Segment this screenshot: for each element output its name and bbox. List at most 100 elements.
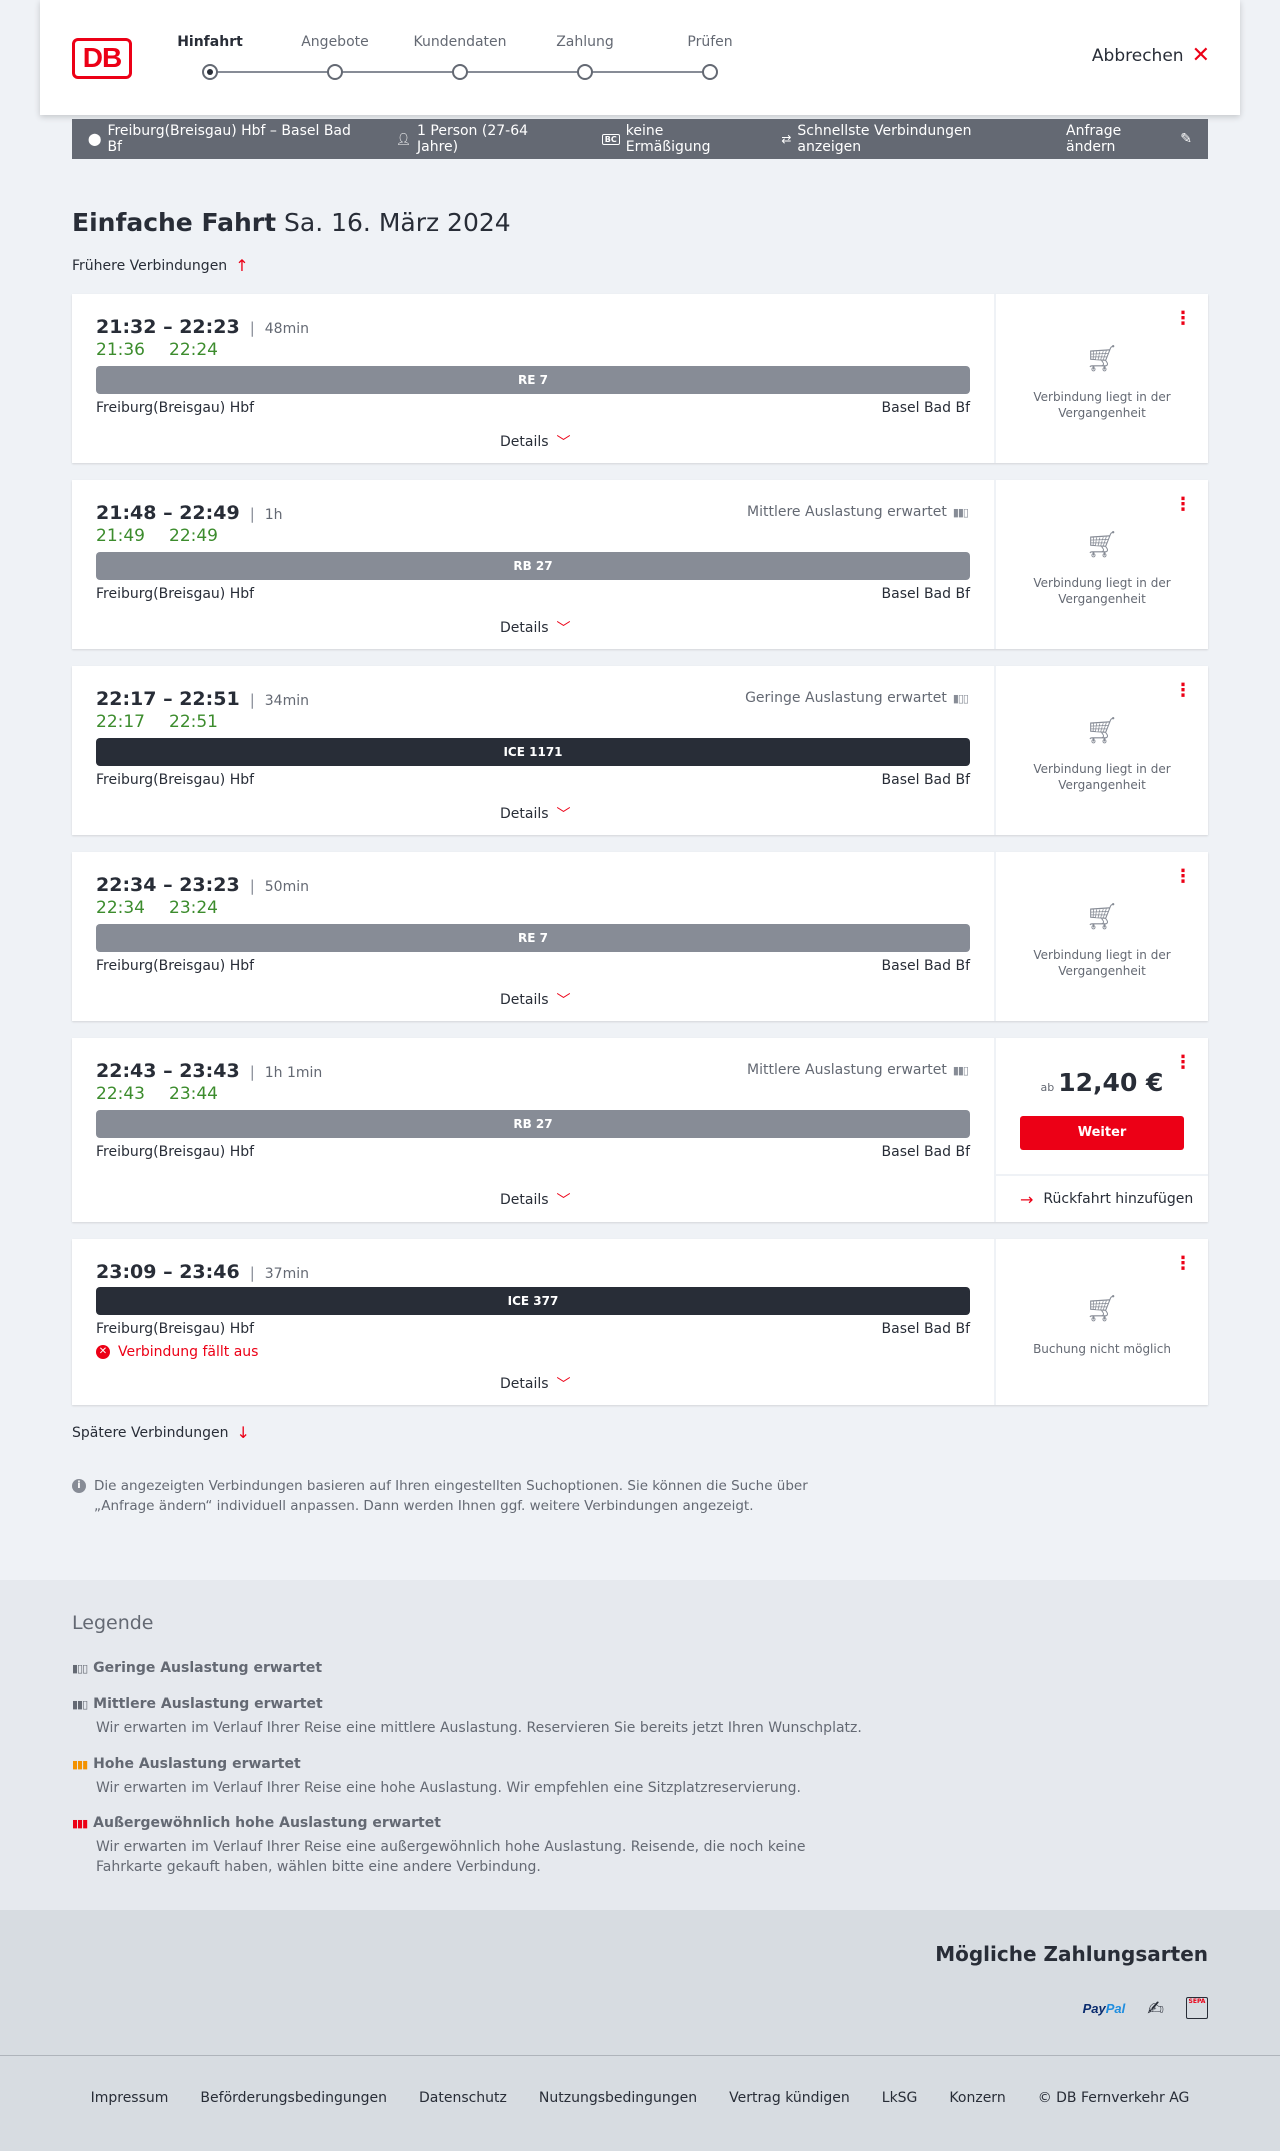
pencil-icon: ✎ xyxy=(1180,131,1192,147)
details-toggle[interactable]: Details ﹀ xyxy=(500,990,700,1010)
train-bar[interactable]: ICE 1171 xyxy=(96,738,970,766)
more-options-icon[interactable]: ⋮ xyxy=(1174,310,1192,328)
footer-link-lksg[interactable]: LkSG xyxy=(882,2090,918,2151)
realtime: 22:17 22:51 xyxy=(96,712,242,732)
train-bar[interactable]: RE 7 xyxy=(96,924,970,952)
legend-label: Mittlere Auslastung erwartet xyxy=(93,1696,323,1712)
offer-panel: ⋮ ab 12,40 € Weiter → Rückfahrt hinzufügen xyxy=(994,1038,1208,1222)
connection-card[interactable]: 22:17 – 22:51 | 34min Geringe Auslastung e… xyxy=(72,666,1208,835)
cancel-button[interactable]: Abbrechen ✕ xyxy=(1091,45,1210,67)
legend-description: Wir erwarten im Verlauf Ihrer Reise eine… xyxy=(96,1839,806,1875)
price: ab 12,40 € xyxy=(996,1068,1208,1097)
edit-query-button[interactable]: Anfrage ändern ✎ xyxy=(1066,123,1192,155)
more-options-icon[interactable]: ⋮ xyxy=(1174,868,1192,886)
footer-link-nutzungsbedingungen[interactable]: Nutzungsbedingungen xyxy=(539,2090,697,2151)
step-zahlung: Zahlung xyxy=(556,34,614,50)
connection-card[interactable]: 22:34 – 23:23 | 50min 22:34 23:24 RE 7 Frei… xyxy=(72,852,1208,1021)
details-toggle[interactable]: Details ﹀ xyxy=(500,432,700,452)
more-options-icon[interactable]: ⋮ xyxy=(1174,1255,1192,1273)
occupancy-text: Mittlere Auslastung erwartet xyxy=(747,504,947,520)
legend: Legende ▮▯▯ Geringe Auslastung erwartet ▮… xyxy=(0,1580,1280,1910)
footer-link-vertrag-kuendigen[interactable]: Vertrag kündigen xyxy=(729,2090,850,2151)
connection-card[interactable]: 22:43 – 23:43 | 1h 1min Mittlere Auslastun… xyxy=(72,1038,1208,1222)
duration: 37min xyxy=(264,1266,309,1282)
details-toggle[interactable]: Details ﹀ xyxy=(500,804,700,824)
realtime-departure: 22:43 xyxy=(96,1084,145,1104)
duration: 1h xyxy=(264,507,283,523)
legend-item: ▮▮▯ Mittlere Auslastung erwartet Wir erwa… xyxy=(72,1696,872,1738)
occupancy-text: Mittlere Auslastung erwartet xyxy=(747,1062,947,1078)
realtime-departure: 22:34 xyxy=(96,898,145,918)
status-message: Verbindung liegt in der Vergangenheit xyxy=(1033,390,1171,420)
occupancy-text: Geringe Auslastung erwartet xyxy=(745,690,947,706)
realtime-arrival: 22:51 xyxy=(169,712,218,732)
legend-title: Legende xyxy=(72,1612,154,1634)
footer-link-datenschutz[interactable]: Datenschutz xyxy=(419,2090,507,2151)
legend-label: Geringe Auslastung erwartet xyxy=(93,1660,323,1676)
connection-times: 21:48 – 22:49 | 1h xyxy=(96,502,283,524)
offer-panel: ⋮ 🛒︎ Buchung nicht möglich xyxy=(994,1239,1208,1405)
earlier-label: Frühere Verbindungen xyxy=(72,257,228,274)
time-range: 22:43 – 23:43 xyxy=(96,1060,240,1082)
realtime-arrival: 23:24 xyxy=(169,898,218,918)
later-connections-link[interactable]: Spätere Verbindungen ↓ xyxy=(72,1423,250,1442)
train-bar[interactable]: RB 27 xyxy=(96,552,970,580)
status-message: Buchung nicht möglich xyxy=(1033,1342,1171,1356)
details-toggle[interactable]: Details ﹀ xyxy=(500,1374,700,1394)
paypal-logo: PayPal xyxy=(1083,2001,1126,2016)
occupancy-exceptional-icon: ▮▮▮ xyxy=(72,1816,88,1830)
time-range: 21:32 – 22:23 xyxy=(96,316,240,338)
time-range: 22:34 – 23:23 xyxy=(96,874,240,896)
continue-button[interactable]: Weiter xyxy=(1020,1116,1184,1150)
connection-times: 21:32 – 22:23 | 48min xyxy=(96,316,309,338)
train-bar[interactable]: RB 27 xyxy=(96,1110,970,1138)
cancellation-text: Verbindung fällt aus xyxy=(118,1344,259,1360)
departure-station: Freiburg(Breisgau) Hbf xyxy=(96,400,255,416)
fastest-toggle[interactable]: ⇄ Schnellste Verbindungen anzeigen xyxy=(781,123,1034,155)
connection-card[interactable]: 23:09 – 23:46 | 37min ICE 377 Freiburg(Bre… xyxy=(72,1239,1208,1405)
train-bar[interactable]: RE 7 xyxy=(96,366,970,394)
arrow-up-icon: ↑ xyxy=(235,256,249,275)
page-title: Einfache Fahrt Sa. 16. März 2024 xyxy=(72,208,511,237)
connection-card[interactable]: 21:32 – 22:23 | 48min 21:36 22:24 RE 7 Frei… xyxy=(72,294,1208,463)
occupancy-info: Geringe Auslastung erwartet ▮▯▯ xyxy=(745,690,969,706)
step-dot-hinfahrt xyxy=(202,64,218,80)
connection-times: 22:34 – 23:23 | 50min xyxy=(96,874,309,896)
footer-link-befoerderungsbedingungen[interactable]: Beförderungsbedingungen xyxy=(200,2090,387,2151)
travellers-info: 👤︎ 1 Person (27-64 Jahre) xyxy=(396,123,570,155)
arrival-station: Basel Bad Bf xyxy=(881,1144,970,1160)
footer-link-konzern[interactable]: Konzern xyxy=(949,2090,1005,2151)
cancel-label: Abbrechen xyxy=(1091,46,1184,66)
more-options-icon[interactable]: ⋮ xyxy=(1174,496,1192,514)
footer-link-impressum[interactable]: Impressum xyxy=(91,2090,169,2151)
realtime-departure: 21:36 xyxy=(96,340,145,360)
earlier-connections-link[interactable]: Frühere Verbindungen ↑ xyxy=(72,256,249,275)
legend-item: ▮▮▮ Außergewöhnlich hohe Auslastung erwar… xyxy=(72,1815,872,1877)
route-info: ⬤ Freiburg(Breisgau) Hbf – Basel Bad Bf xyxy=(88,123,364,155)
occupancy-medium-icon: ▮▮▯ xyxy=(72,1697,88,1711)
query-bar: ⬤ Freiburg(Breisgau) Hbf – Basel Bad Bf 👤… xyxy=(72,119,1208,159)
realtime: 21:49 22:49 xyxy=(96,526,242,546)
info-icon: i xyxy=(72,1479,86,1493)
realtime: 22:34 23:24 xyxy=(96,898,242,918)
details-label: Details xyxy=(500,1192,549,1208)
details-toggle[interactable]: Details ﹀ xyxy=(500,618,700,638)
location-pin-icon: ⬤ xyxy=(88,132,102,146)
price-value: 12,40 € xyxy=(1058,1068,1164,1097)
departure-station: Freiburg(Breisgau) Hbf xyxy=(96,1321,255,1337)
details-label: Details xyxy=(500,806,549,822)
add-return-button[interactable]: → Rückfahrt hinzufügen xyxy=(996,1174,1208,1222)
train-bar[interactable]: ICE 377 xyxy=(96,1287,970,1315)
step-kundendaten: Kundendaten xyxy=(413,34,507,50)
step-dot-kundendaten xyxy=(452,64,468,80)
chevron-down-icon: ﹀ xyxy=(556,435,571,451)
connection-card[interactable]: 21:48 – 22:49 | 1h Mittlere Auslastung erw… xyxy=(72,480,1208,649)
db-logo[interactable]: DB xyxy=(72,38,132,79)
details-label: Details xyxy=(500,1376,549,1392)
more-options-icon[interactable]: ⋮ xyxy=(1174,682,1192,700)
occupancy-low-icon: ▮▯▯ xyxy=(72,1661,88,1675)
details-toggle[interactable]: Details ﹀ xyxy=(500,1190,700,1210)
cancellation-notice: ✕ Verbindung fällt aus xyxy=(96,1344,258,1360)
payment-title: Mögliche Zahlungsarten xyxy=(935,1942,1208,1966)
paypal-logo-part1: Pay xyxy=(1082,2000,1106,2016)
